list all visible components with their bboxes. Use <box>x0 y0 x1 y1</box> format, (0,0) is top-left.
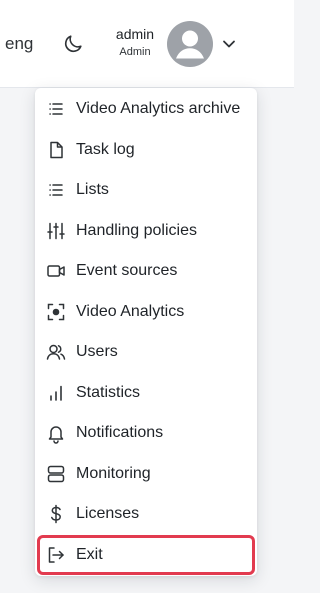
list-icon <box>49 103 63 115</box>
menu-item-label: Licenses <box>76 505 140 522</box>
menu-item-video-analytics[interactable]: Video Analytics <box>35 292 257 333</box>
menu-item-notifications[interactable]: Notifications <box>35 413 257 454</box>
menu-item-exit[interactable]: Exit <box>37 534 255 575</box>
menu-item-label: Monitoring <box>76 464 151 482</box>
menu-item-video-analytics-archive[interactable]: Video Analytics archive <box>35 89 257 130</box>
menu-item-licenses[interactable]: Licenses <box>35 494 257 535</box>
menu-item-task-log[interactable]: Task log <box>35 130 257 171</box>
focus-target-icon <box>47 303 65 320</box>
app-page: eng admin Admin Video Analytics archive <box>0 0 294 593</box>
log-out-icon <box>48 546 64 563</box>
users-icon <box>46 344 66 360</box>
server-icon <box>47 465 65 482</box>
menu-item-label: Users <box>76 343 118 360</box>
list-icon <box>49 184 63 196</box>
user-role: Admin <box>119 46 151 58</box>
menu-item-event-sources[interactable]: Event sources <box>35 251 257 292</box>
top-header: eng admin Admin <box>0 0 294 88</box>
menu-item-label: Exit <box>76 545 103 563</box>
bell-icon <box>48 426 64 444</box>
menu-item-label: Statistics <box>76 383 141 401</box>
menu-item-label: Video Analytics archive <box>76 100 241 117</box>
menu-item-label: Notifications <box>76 424 164 441</box>
dollar-icon <box>51 504 61 524</box>
language-selector[interactable]: eng <box>5 33 33 55</box>
menu-item-lists[interactable]: Lists <box>35 170 257 211</box>
menu-item-handling-policies[interactable]: Handling policies <box>35 211 257 252</box>
avatar[interactable] <box>167 21 213 67</box>
menu-item-label: Task log <box>76 140 135 158</box>
menu-item-users[interactable]: Users <box>35 332 257 373</box>
chevron-down-icon[interactable] <box>220 35 238 53</box>
menu-item-label: Lists <box>76 181 109 198</box>
menu-item-label: Video Analytics <box>76 302 185 320</box>
menu-item-statistics[interactable]: Statistics <box>35 373 257 414</box>
moon-icon[interactable] <box>62 33 84 55</box>
video-camera-icon <box>47 265 65 277</box>
sliders-icon <box>47 222 65 239</box>
menu-item-label: Event sources <box>76 262 178 279</box>
user-dropdown-menu: Video Analytics archive Task log Lists H… <box>35 88 257 576</box>
bar-chart-icon <box>50 385 62 401</box>
file-icon <box>50 141 63 158</box>
user-name: admin <box>115 26 155 42</box>
menu-item-label: Handling policies <box>76 221 197 239</box>
user-info[interactable]: admin Admin <box>104 26 166 59</box>
menu-item-monitoring[interactable]: Monitoring <box>35 454 257 495</box>
